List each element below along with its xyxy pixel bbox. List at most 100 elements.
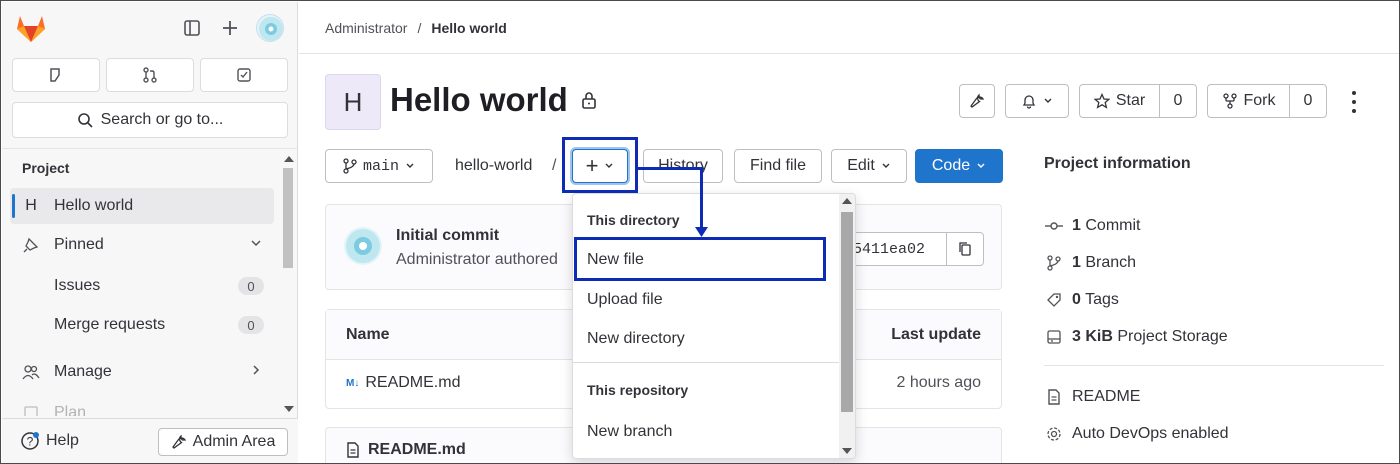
fork-icon <box>1222 93 1237 109</box>
search-button[interactable]: Search or go to... <box>12 102 288 138</box>
file-name[interactable]: README.md <box>365 374 460 392</box>
notifications-button[interactable] <box>1005 84 1069 118</box>
dropdown-scrollbar[interactable] <box>839 194 855 458</box>
merge-requests-tab-icon[interactable] <box>106 58 194 92</box>
sidebar-item-pinned[interactable]: Pinned <box>10 227 274 263</box>
svg-text:?: ? <box>27 435 34 449</box>
divider <box>2 148 298 149</box>
breadcrumb-parent[interactable]: Administrator <box>325 20 407 36</box>
code-button[interactable]: Code <box>915 149 1003 183</box>
readme-link[interactable]: README <box>1044 388 1140 406</box>
branch-selector[interactable]: main <box>325 149 433 183</box>
scroll-up-arrow-icon[interactable] <box>842 198 852 204</box>
connector-line <box>638 167 702 170</box>
plan-icon <box>16 404 46 416</box>
admin-area-label: Admin Area <box>192 433 276 450</box>
admin-area-button[interactable]: Admin Area <box>158 428 288 456</box>
fork-count[interactable]: 0 <box>1290 85 1326 117</box>
copy-icon[interactable] <box>945 233 983 265</box>
arrow-down-icon <box>695 227 708 237</box>
readme-title: README.md <box>368 441 466 458</box>
tags-label: Tags <box>1085 291 1119 308</box>
issues-tab-icon[interactable] <box>12 58 100 92</box>
branch-name: main <box>362 157 399 175</box>
branches-count: 1 <box>1072 254 1081 271</box>
edit-label: Edit <box>847 157 875 174</box>
star-button[interactable]: Star <box>1080 85 1160 117</box>
commit-sha[interactable]: 5411ea02 <box>847 241 946 258</box>
page-title: Hello world <box>390 81 598 119</box>
settings-button[interactable] <box>959 84 995 118</box>
scroll-down-arrow-icon[interactable] <box>284 406 294 412</box>
gitlab-logo-icon[interactable] <box>14 12 48 44</box>
commit-title[interactable]: Initial commit <box>396 227 499 245</box>
more-actions-icon[interactable] <box>1345 91 1363 113</box>
wrench-icon <box>970 93 985 108</box>
lock-icon <box>582 92 596 109</box>
connector-line <box>700 167 703 231</box>
commits-link[interactable]: 1 Commit <box>1044 217 1140 235</box>
project-info-title: Project information <box>1044 155 1191 172</box>
help-label: Help <box>46 432 79 449</box>
tags-count: 0 <box>1072 291 1081 308</box>
commit-author-avatar[interactable] <box>344 227 382 265</box>
todo-tab-icon[interactable] <box>200 58 288 92</box>
fork-button-group: Fork 0 <box>1207 84 1327 118</box>
scroll-down-arrow-icon[interactable] <box>842 448 852 454</box>
divider <box>573 362 839 363</box>
sidebar-item-hello-world[interactable]: H Hello world <box>10 188 274 224</box>
issues-count-badge: 0 <box>238 277 264 295</box>
sidebar-scrollbar[interactable] <box>281 152 295 414</box>
users-icon <box>16 364 46 380</box>
find-file-label: Find file <box>749 157 807 174</box>
commit-author: Administrator authored <box>396 251 558 268</box>
edit-button[interactable]: Edit <box>831 149 907 183</box>
column-header-last-update: Last update <box>891 326 981 343</box>
sidebar-item-label: Manage <box>54 363 112 380</box>
section-label-project: Project <box>22 160 70 176</box>
find-file-button[interactable]: Find file <box>734 149 822 183</box>
menu-item-new-directory[interactable]: New directory <box>575 321 839 357</box>
scrollbar-thumb[interactable] <box>283 168 293 268</box>
fork-button[interactable]: Fork <box>1208 85 1290 117</box>
chevron-down-icon <box>406 163 414 168</box>
sidebar-footer: ? Help Admin Area <box>2 418 298 463</box>
commit-icon <box>1044 221 1064 231</box>
repo-path[interactable]: hello-world <box>455 157 532 175</box>
star-count[interactable]: 0 <box>1160 85 1196 117</box>
tags-link[interactable]: 0 Tags <box>1044 291 1119 309</box>
breadcrumb-separator: / <box>417 20 422 36</box>
branch-icon <box>1044 255 1064 271</box>
breadcrumb-current[interactable]: Hello world <box>431 20 506 36</box>
scroll-up-arrow-icon[interactable] <box>284 156 294 162</box>
create-new-icon[interactable] <box>216 14 244 42</box>
toggle-sidebar-icon[interactable] <box>178 14 206 42</box>
star-icon <box>1093 93 1110 109</box>
wrench-icon <box>171 434 186 449</box>
auto-devops-link[interactable]: Auto DevOps enabled <box>1044 425 1229 443</box>
user-avatar[interactable] <box>256 14 284 42</box>
sidebar-item-plan[interactable]: Plan <box>10 394 274 416</box>
sidebar-item-issues[interactable]: Issues 0 <box>10 268 274 304</box>
project-title: Hello world <box>390 81 568 118</box>
history-button[interactable]: History <box>643 149 723 183</box>
menu-item-upload-file[interactable]: Upload file <box>575 282 839 318</box>
help-button[interactable]: ? Help <box>20 431 79 451</box>
sidebar-item-label: Hello world <box>54 197 134 214</box>
search-icon <box>77 113 93 128</box>
branches-link[interactable]: 1 Branch <box>1044 254 1136 272</box>
commits-label: Commit <box>1085 217 1141 234</box>
menu-item-new-branch[interactable]: New branch <box>575 414 839 450</box>
star-label: Star <box>1115 92 1146 109</box>
sidebar-item-manage[interactable]: Manage <box>10 354 274 390</box>
scrollbar-thumb[interactable] <box>841 212 853 412</box>
sidebar-item-merge-requests[interactable]: Merge requests 0 <box>10 307 274 343</box>
file-icon <box>1044 389 1064 405</box>
divider <box>1044 365 1384 366</box>
storage-size: 3 KiB <box>1072 328 1113 345</box>
highlight-new-file <box>574 237 826 281</box>
sidebar-item-label: Pinned <box>54 236 104 253</box>
column-header-name: Name <box>346 326 390 343</box>
storage-link[interactable]: 3 KiB Project Storage <box>1044 328 1228 346</box>
chevron-down-icon <box>882 163 890 168</box>
